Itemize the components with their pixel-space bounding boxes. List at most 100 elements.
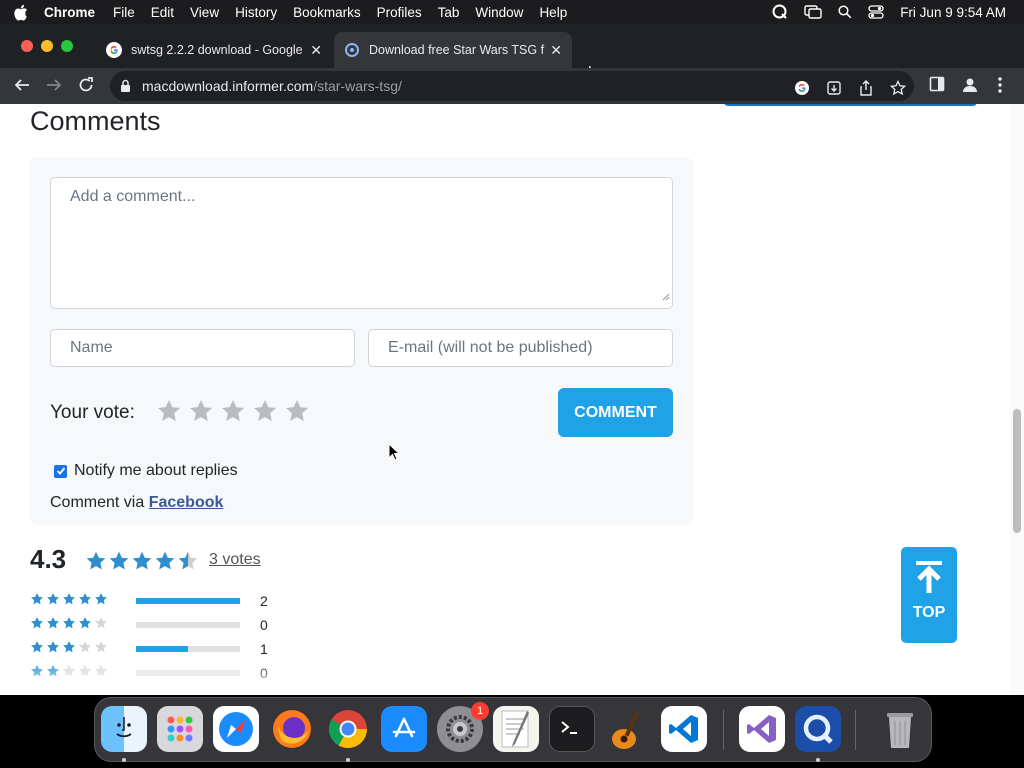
install-app-icon[interactable] [826,80,842,101]
macos-dock: 1 [94,697,932,762]
vscode-icon[interactable] [661,706,707,752]
row-stars [30,592,136,611]
tab-google-search[interactable]: swtsg 2.2.2 download - Google ✕ [96,32,332,68]
trash-icon[interactable] [877,706,923,752]
comment-textarea[interactable]: Add a comment... [50,177,673,309]
visual-studio-icon[interactable] [739,706,785,752]
notify-replies-option[interactable]: Notify me about replies [54,462,238,480]
star-filled-icon [46,640,60,659]
tab-close-icon[interactable]: ✕ [550,42,562,59]
quicktime-icon[interactable] [795,706,841,752]
star-empty-icon [94,640,108,659]
back-to-top-button[interactable]: TOP [901,547,957,643]
menu-bookmarks[interactable]: Bookmarks [285,5,369,20]
screen-mirroring-icon[interactable] [804,5,822,19]
rating-bar-fill [136,598,240,604]
star-filled-icon [46,592,60,611]
back-arrow-icon[interactable] [13,76,31,99]
star-empty-icon [94,616,108,635]
sidebar-download-button-edge[interactable] [724,104,977,106]
bookmark-star-icon[interactable] [889,79,907,101]
vote-star-3-icon[interactable] [220,398,246,429]
google-favicon-icon [106,42,122,58]
vote-label: Your vote: [50,402,135,423]
garageband-icon[interactable] [605,706,651,752]
page-scrollbar[interactable] [1010,104,1024,695]
top-label: TOP [912,604,946,621]
resize-grip-icon[interactable] [661,288,670,306]
menu-clock[interactable]: Fri Jun 9 9:54 AM [900,5,1006,20]
rating-row-3: 1 [30,640,268,659]
star-filled-icon [94,592,108,611]
side-panel-icon[interactable] [929,76,945,97]
menu-help[interactable]: Help [531,5,575,20]
menu-profiles[interactable]: Profiles [369,5,430,20]
votes-count-link[interactable]: 3 votes [209,551,261,569]
settings-badge: 1 [471,702,489,720]
notify-label: Notify me about replies [74,462,238,479]
quicktime-running-dot [816,758,820,762]
name-placeholder: Name [70,339,113,356]
scrollbar-thumb[interactable] [1013,409,1021,533]
lock-icon[interactable] [120,79,131,98]
terminal-icon[interactable] [549,706,595,752]
profile-avatar-icon[interactable] [961,76,979,99]
row-stars [30,640,136,659]
quicktime-status-icon[interactable] [772,4,788,20]
menu-edit[interactable]: Edit [143,5,182,20]
apple-menu-icon[interactable] [0,4,40,21]
url-text[interactable]: macdownload.informer.com/star-wars-tsg/ [142,78,402,94]
google-lens-icon[interactable] [794,80,810,101]
tab-close-icon[interactable]: ✕ [310,42,322,59]
star-filled-icon [30,592,44,611]
menu-view[interactable]: View [182,5,227,20]
comment-submit-button[interactable]: COMMENT [558,388,673,437]
reload-icon[interactable] [77,76,95,99]
menu-window[interactable]: Window [467,5,531,20]
star-empty-icon [78,640,92,659]
menu-file[interactable]: File [105,5,143,20]
star-filled-icon [78,592,92,611]
finder-icon[interactable] [101,706,147,752]
spotlight-search-icon[interactable] [838,5,852,19]
vote-star-2-icon[interactable] [188,398,214,429]
vote-star-1-icon[interactable] [156,398,182,429]
notify-checkbox[interactable] [54,464,67,478]
window-minimize-button[interactable] [41,40,53,52]
chrome-icon[interactable] [325,706,371,752]
address-bar[interactable]: macdownload.informer.com/star-wars-tsg/ [110,71,914,101]
safari-icon[interactable] [213,706,259,752]
comment-placeholder: Add a comment... [70,188,196,205]
textedit-icon[interactable] [493,706,539,752]
dock-separator [855,710,856,750]
star-filled-icon [85,550,107,577]
window-zoom-button[interactable] [61,40,73,52]
star-filled-icon [78,616,92,635]
comment-form: Add a comment... Name E-mail (will not b… [30,157,693,525]
vote-star-4-icon[interactable] [252,398,278,429]
menu-app-name[interactable]: Chrome [40,5,105,20]
star-filled-icon [62,616,76,635]
tab-star-wars-tsg[interactable]: Download free Star Wars TSG f ✕ [334,32,572,68]
control-center-icon[interactable] [868,5,884,19]
facebook-link[interactable]: Facebook [149,494,224,511]
web-page: Comments Add a comment... Name E-mail (w… [0,104,1024,695]
window-close-button[interactable] [21,40,33,52]
chrome-menu-icon[interactable] [997,76,1003,99]
firefox-icon[interactable] [269,706,315,752]
share-icon[interactable] [858,80,874,101]
system-settings-icon[interactable]: 1 [437,702,489,752]
menu-tab[interactable]: Tab [430,5,468,20]
menu-history[interactable]: History [227,5,285,20]
vote-star-5-icon[interactable] [284,398,310,429]
arrow-up-icon [912,547,946,602]
name-input[interactable]: Name [50,329,355,367]
app-store-icon[interactable] [381,706,427,752]
mouse-cursor-icon [388,442,401,466]
email-input[interactable]: E-mail (will not be published) [368,329,673,367]
browser-toolbar: macdownload.informer.com/star-wars-tsg/ [0,68,1024,104]
forward-arrow-icon[interactable] [45,76,63,99]
rating-score: 4.3 [30,544,67,574]
launchpad-icon[interactable] [157,706,203,752]
star-filled-icon [46,616,60,635]
